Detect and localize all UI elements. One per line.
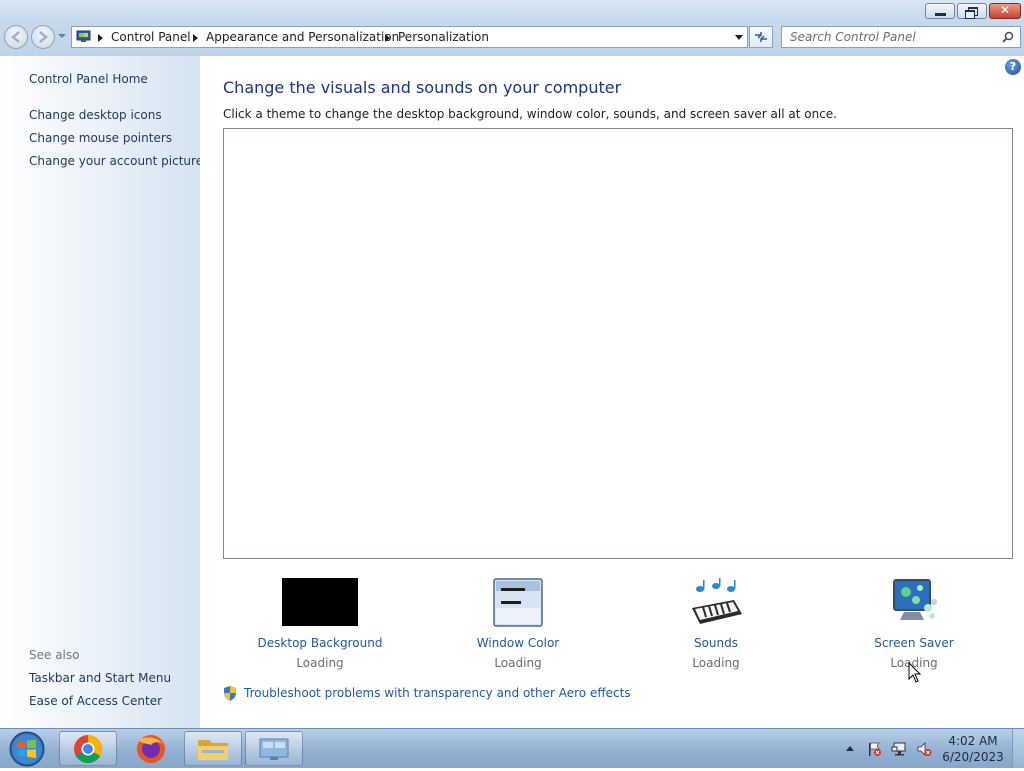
breadcrumb-separator-icon[interactable] xyxy=(98,34,103,42)
window-title-bar: ✕ xyxy=(0,0,1024,22)
refresh-button[interactable] xyxy=(749,26,773,48)
desktop-background-icon[interactable] xyxy=(282,578,358,628)
busy-cursor-icon xyxy=(908,662,922,683)
windows-logo-icon xyxy=(9,731,45,767)
taskbar-explorer-button[interactable] xyxy=(184,731,242,766)
clock-date: 6/20/2023 xyxy=(942,750,1004,764)
folder-icon xyxy=(198,740,228,760)
control-panel-icon xyxy=(259,738,289,760)
restore-button[interactable] xyxy=(957,3,987,19)
desktop-background-status: Loading xyxy=(296,656,344,670)
window-color-status: Loading xyxy=(494,656,542,670)
minimize-button[interactable] xyxy=(925,3,955,19)
shield-icon xyxy=(224,686,236,701)
address-bar[interactable]: Control Panel Appearance and Personaliza… xyxy=(71,26,748,48)
change-mouse-pointers-link[interactable]: Change mouse pointers xyxy=(29,131,172,145)
desktop-background-option[interactable]: Desktop Background Loading xyxy=(245,578,395,670)
breadcrumb-separator-icon[interactable] xyxy=(193,34,198,42)
sounds-status: Loading xyxy=(692,656,740,670)
show-hidden-icons-button[interactable] xyxy=(846,746,854,751)
screen-saver-link[interactable]: Screen Saver xyxy=(839,636,989,650)
taskbar-control-panel-button[interactable] xyxy=(245,731,303,766)
breadcrumb-separator-icon[interactable] xyxy=(385,34,390,42)
sounds-icon[interactable] xyxy=(678,578,754,628)
back-arrow-icon xyxy=(11,31,20,43)
change-account-picture-link[interactable]: Change your account picture xyxy=(29,154,203,168)
taskbar-chrome-button[interactable] xyxy=(59,731,117,766)
screen-saver-option[interactable]: Screen Saver Loading xyxy=(839,578,989,670)
desktop-background-link[interactable]: Desktop Background xyxy=(245,636,395,650)
breadcrumb-personalization[interactable]: Personalization xyxy=(398,30,489,44)
sounds-link[interactable]: Sounds xyxy=(641,636,791,650)
taskbar: 4:02 AM 6/20/2023 xyxy=(0,728,1024,768)
theme-list[interactable] xyxy=(223,128,1013,559)
see-also-heading: See also xyxy=(29,648,80,662)
main-content: ? Change the visuals and sounds on your … xyxy=(200,56,1024,728)
system-clock[interactable]: 4:02 AM 6/20/2023 xyxy=(940,733,1006,765)
address-history-dropdown-icon[interactable] xyxy=(735,35,743,40)
left-task-pane: Control Panel Home Change desktop icons … xyxy=(0,56,203,728)
help-icon[interactable]: ? xyxy=(1005,59,1021,75)
show-desktop-button[interactable] xyxy=(1012,729,1024,768)
firefox-icon xyxy=(137,735,165,763)
forward-button[interactable] xyxy=(31,25,55,49)
back-button[interactable] xyxy=(4,25,28,49)
window-color-link[interactable]: Window Color xyxy=(443,636,593,650)
search-icon[interactable] xyxy=(1002,31,1014,43)
taskbar-start-menu-link[interactable]: Taskbar and Start Menu xyxy=(29,671,171,685)
close-icon: ✕ xyxy=(999,3,1011,17)
ease-of-access-link[interactable]: Ease of Access Center xyxy=(29,694,162,708)
navigation-bar: Control Panel Appearance and Personaliza… xyxy=(0,22,1024,56)
network-icon[interactable] xyxy=(891,741,907,757)
change-desktop-icons-link[interactable]: Change desktop icons xyxy=(29,108,162,122)
action-center-flag-icon[interactable] xyxy=(866,741,882,757)
breadcrumb-control-panel[interactable]: Control Panel xyxy=(111,30,191,44)
taskbar-firefox-button[interactable] xyxy=(122,731,180,766)
search-box[interactable] xyxy=(781,26,1021,48)
window-color-option[interactable]: Window Color Loading xyxy=(443,578,593,670)
forward-arrow-icon xyxy=(39,31,48,43)
breadcrumb-appearance[interactable]: Appearance and Personalization xyxy=(206,30,399,44)
control-panel-icon xyxy=(76,30,91,42)
recent-pages-dropdown-icon[interactable] xyxy=(58,34,66,38)
volume-muted-icon[interactable] xyxy=(916,741,932,757)
refresh-icon xyxy=(755,32,767,42)
troubleshoot-aero-link[interactable]: Troubleshoot problems with transparency … xyxy=(244,686,631,700)
close-button[interactable]: ✕ xyxy=(989,3,1021,19)
chrome-icon xyxy=(74,735,102,763)
screen-saver-icon[interactable] xyxy=(876,578,952,628)
page-title: Change the visuals and sounds on your co… xyxy=(223,78,622,97)
sounds-option[interactable]: Sounds Loading xyxy=(641,578,791,670)
clock-time: 4:02 AM xyxy=(948,734,998,748)
page-subtitle: Click a theme to change the desktop back… xyxy=(223,107,837,121)
search-input[interactable] xyxy=(782,27,992,47)
start-button[interactable] xyxy=(5,730,49,768)
control-panel-home-link[interactable]: Control Panel Home xyxy=(29,72,148,86)
window-color-icon[interactable] xyxy=(480,578,556,628)
